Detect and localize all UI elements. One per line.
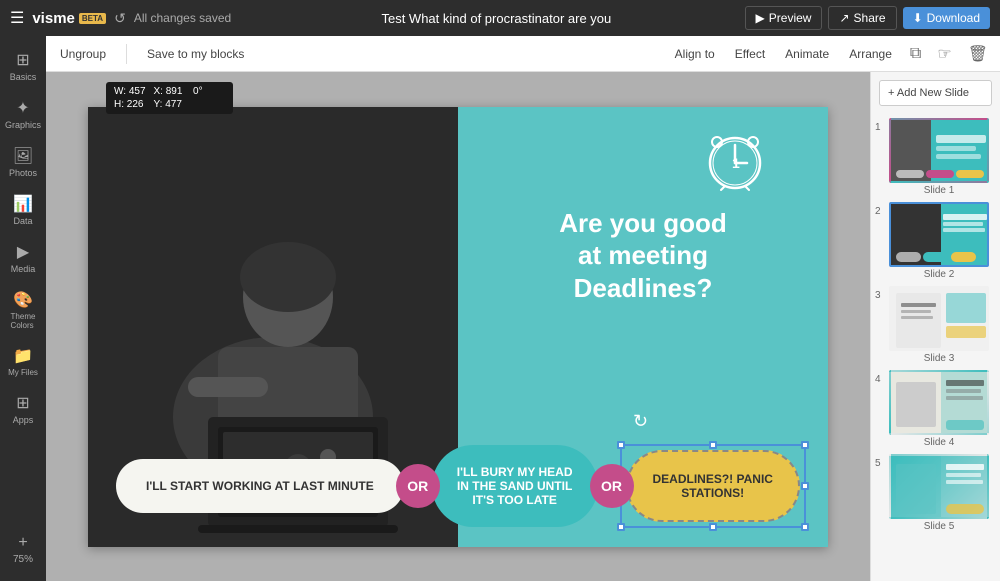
- top-bar: ☰ visme BETA ↺ All changes saved Test Wh…: [0, 0, 1000, 36]
- copy-button[interactable]: ⧉: [908, 43, 923, 65]
- preview-button[interactable]: ▶ Preview: [745, 6, 823, 30]
- sidebar-item-theme-colors[interactable]: 🎨 ThemeColors: [2, 284, 44, 336]
- my-files-icon: 📁: [13, 346, 33, 366]
- slide-thumb-4: [889, 370, 989, 435]
- download-button[interactable]: ⬇ Download: [903, 7, 990, 29]
- sidebar-item-my-files[interactable]: 📁 My Files: [2, 340, 44, 383]
- toolbar-separator-1: [126, 44, 127, 64]
- context-toolbar: Ungroup Save to my blocks Align to Effec…: [46, 36, 1000, 72]
- alarm-clock-icon: 1: [703, 127, 768, 192]
- save-to-blocks-button[interactable]: Save to my blocks: [143, 45, 248, 63]
- transform-overlay: W: 457 X: 891 0° H: 226 Y: 477: [106, 82, 233, 114]
- or-2: OR: [590, 464, 634, 508]
- add-slide-button[interactable]: + Add New Slide: [879, 80, 992, 106]
- sidebar-item-data[interactable]: 📊 Data: [2, 188, 44, 232]
- sidebar-item-basics[interactable]: ⊞ Basics: [2, 44, 44, 88]
- data-icon: 📊: [13, 194, 33, 214]
- theme-colors-label: ThemeColors: [11, 312, 36, 330]
- sidebar-item-apps[interactable]: ⊞ Apps: [2, 387, 44, 431]
- slide-thumb-3: [889, 286, 989, 351]
- logo-text: visme: [32, 10, 75, 27]
- undo-icon[interactable]: ↺: [114, 10, 126, 27]
- w-label: W: 457: [114, 86, 146, 97]
- sidebar-item-photos[interactable]: 🖼 Photos: [2, 140, 44, 184]
- left-sidebar: ⊞ Basics ✦ Graphics 🖼 Photos 📊 Data ▶ Me…: [0, 36, 46, 581]
- handle-mr[interactable]: [801, 482, 809, 490]
- slide-item-2[interactable]: 2: [875, 202, 996, 280]
- option-2-pill[interactable]: I'LL BURY MY HEAD IN THE SAND UNTIL IT'S…: [432, 445, 598, 527]
- option-3-container: DEADLINES?! PANICSTATIONS!: [626, 450, 800, 522]
- theme-colors-icon: 🎨: [13, 290, 33, 310]
- delete-button[interactable]: 🗑: [966, 42, 990, 66]
- download-icon: ⬇: [913, 11, 923, 25]
- options-row: I'LL START WORKING AT LAST MINUTE OR I'L…: [88, 445, 828, 527]
- slide-item-3[interactable]: 3: [875, 286, 996, 364]
- basics-icon: ⊞: [16, 50, 29, 70]
- content-area: W: 457 X: 891 0° H: 226 Y: 477: [46, 72, 1000, 581]
- photos-icon: 🖼: [13, 146, 33, 166]
- slide-item-1[interactable]: 1: [875, 118, 996, 196]
- canvas-wrapper[interactable]: W: 457 X: 891 0° H: 226 Y: 477: [46, 72, 870, 581]
- finger-button[interactable]: ☞: [935, 42, 953, 66]
- zoom-add-icon[interactable]: +: [18, 534, 27, 552]
- logo-beta: BETA: [79, 13, 106, 24]
- r-label: 0°: [193, 86, 225, 97]
- document-title: Test What kind of procrastinator are you: [381, 11, 611, 26]
- zoom-control: + 75%: [13, 534, 33, 565]
- headline: Are you good at meeting Deadlines?: [468, 207, 818, 305]
- option-1-pill[interactable]: I'LL START WORKING AT LAST MINUTE: [116, 459, 404, 513]
- right-panel: ‹ + Add New Slide 1: [870, 72, 1000, 581]
- animate-button[interactable]: Animate: [781, 45, 833, 63]
- sidebar-item-media[interactable]: ▶ Media: [2, 236, 44, 280]
- main-layout: ⊞ Basics ✦ Graphics 🖼 Photos 📊 Data ▶ Me…: [0, 36, 1000, 581]
- editor-area: W: 457 X: 891 0° H: 226 Y: 477: [46, 72, 870, 581]
- effect-button[interactable]: Effect: [731, 45, 769, 63]
- h-label: H: 226: [114, 99, 146, 110]
- slide-item-5[interactable]: 5: [875, 454, 996, 532]
- share-icon: ↗: [839, 11, 849, 25]
- saved-text: All changes saved: [134, 11, 231, 25]
- y-label: Y: 477: [154, 99, 186, 110]
- share-button[interactable]: ↗ Share: [828, 6, 896, 30]
- slide-item-4[interactable]: 4: [875, 370, 996, 448]
- or-1: OR: [396, 464, 440, 508]
- align-to-button[interactable]: Align to: [671, 45, 719, 63]
- play-icon: ▶: [756, 11, 765, 25]
- my-files-label: My Files: [8, 368, 38, 377]
- apps-icon: ⊞: [16, 393, 29, 413]
- x-label: X: 891: [154, 86, 186, 97]
- rotate-handle[interactable]: ↻: [633, 411, 673, 432]
- slide-thumb-5: [889, 454, 989, 519]
- slide-thumb-2: [889, 202, 989, 267]
- media-icon: ▶: [17, 242, 29, 262]
- svg-text:1: 1: [732, 155, 740, 171]
- sidebar-item-graphics[interactable]: ✦ Graphics: [2, 92, 44, 136]
- option-3-pill[interactable]: DEADLINES?! PANICSTATIONS!: [626, 450, 800, 522]
- slide-thumb-1: [889, 118, 989, 183]
- slide-canvas[interactable]: 1 Are you good at meeting Deadlines? ↻: [88, 107, 828, 547]
- logo: visme BETA: [32, 10, 106, 27]
- graphics-icon: ✦: [16, 98, 29, 118]
- ungroup-button[interactable]: Ungroup: [56, 45, 110, 63]
- zoom-level: 75%: [13, 554, 33, 565]
- hamburger-icon[interactable]: ☰: [10, 8, 24, 28]
- arrange-button[interactable]: Arrange: [845, 45, 896, 63]
- slides-list: 1: [871, 114, 1000, 581]
